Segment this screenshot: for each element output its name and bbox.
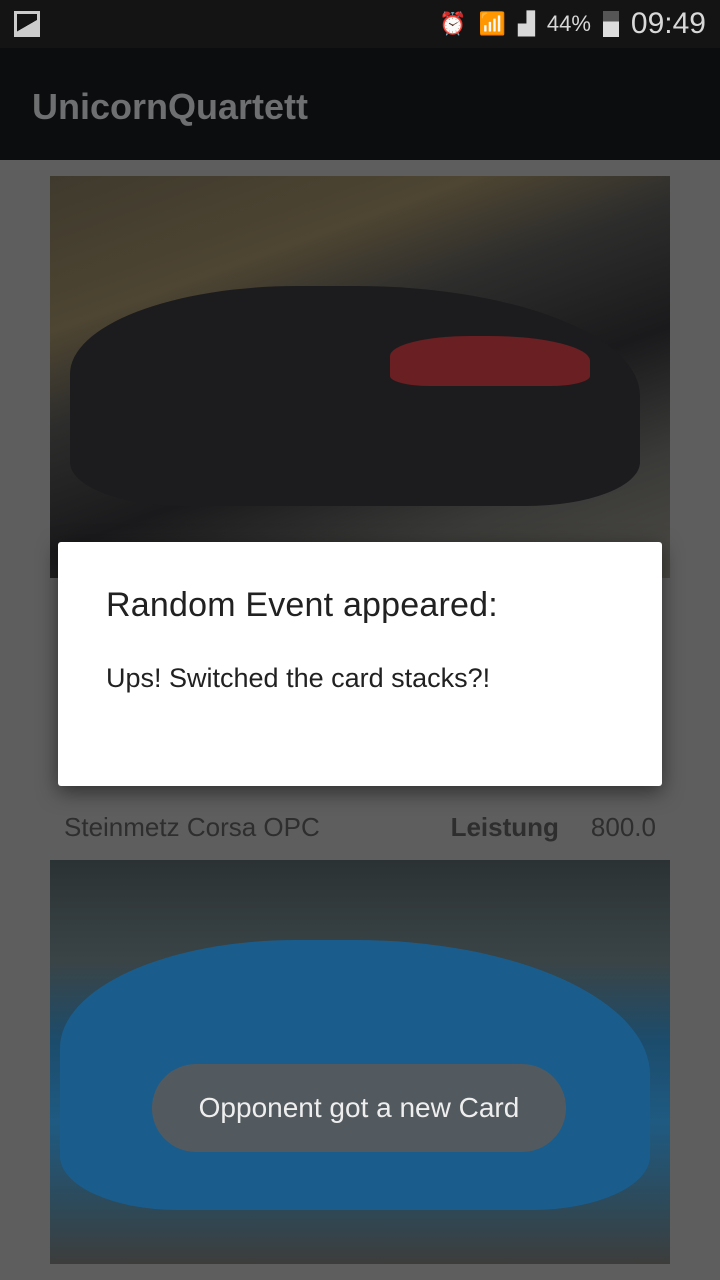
card-image-convertible	[50, 176, 670, 578]
dialog-title: Random Event appeared:	[106, 586, 498, 624]
toast-message: Opponent got a new Card	[198, 1092, 520, 1123]
alarm-icon: ⏰	[439, 11, 467, 36]
status-bar: ⏰ 📶 ▟ 44% 09:49	[0, 0, 720, 48]
battery-percent: 44%	[546, 11, 591, 36]
attribute-value: 800.0	[590, 812, 656, 842]
toast: Opponent got a new Card	[152, 1064, 566, 1152]
signal-icon: ▟	[517, 11, 535, 36]
wifi-icon: 📶	[478, 11, 506, 36]
battery-icon	[602, 11, 619, 37]
card-row[interactable]: Steinmetz Corsa OPC Leistung 800.0	[64, 812, 656, 843]
card-name: Steinmetz Corsa OPC	[64, 812, 320, 842]
attribute-label: Leistung	[450, 812, 559, 842]
card-image-corsa	[50, 860, 670, 1264]
clock: 09:49	[630, 7, 706, 40]
gallery-icon	[14, 11, 40, 37]
dialog-message: Ups! Switched the card stacks?!	[106, 663, 491, 693]
app-bar: UnicornQuartett	[0, 48, 720, 160]
random-event-dialog: Random Event appeared: Ups! Switched the…	[58, 542, 662, 786]
app-title: UnicornQuartett	[32, 86, 309, 127]
